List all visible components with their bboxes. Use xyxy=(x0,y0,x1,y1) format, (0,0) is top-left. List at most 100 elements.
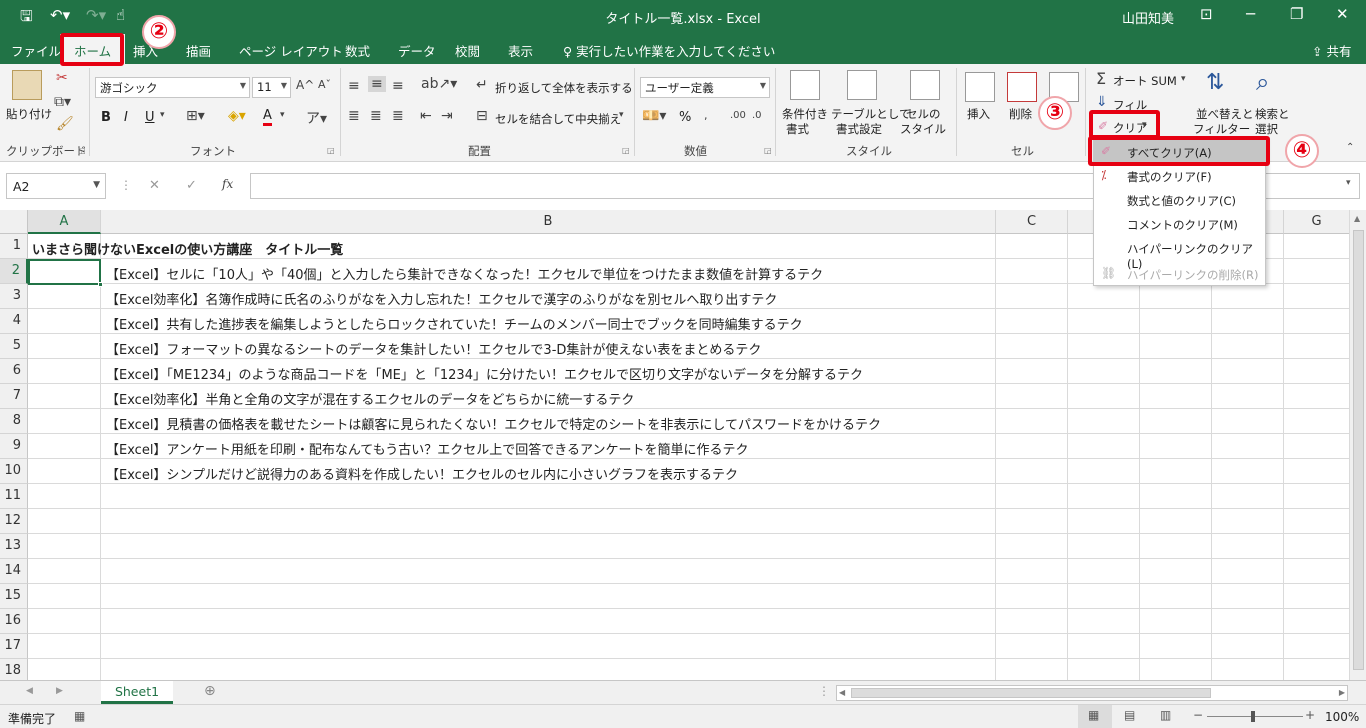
format-painter-icon[interactable]: 🖌 xyxy=(56,116,74,132)
format-as-table-icon[interactable] xyxy=(847,70,877,100)
cell-b10[interactable]: 【Excel】シンプルだけど説得力のある資料を作成したい！エクセルのセル内に小さ… xyxy=(106,460,738,484)
tab-data[interactable]: データ xyxy=(398,41,436,60)
autosum-button[interactable]: オート SUM xyxy=(1113,73,1177,89)
next-sheet-icon[interactable]: ▶ xyxy=(56,686,63,696)
align-left-icon[interactable]: ≣ xyxy=(348,108,360,124)
cell-b9[interactable]: 【Excel】アンケート用紙を印刷・配布なんてもう古い？エクセル上で回答できるア… xyxy=(106,435,748,459)
collapse-ribbon-icon[interactable]: ⌃ xyxy=(1346,142,1354,153)
row-header[interactable]: 11 xyxy=(0,484,28,509)
prev-sheet-icon[interactable]: ◀ xyxy=(26,686,33,696)
font-size-select[interactable]: 11 ▼ xyxy=(252,77,291,98)
vertical-scrollbar[interactable]: ▲ xyxy=(1349,210,1366,680)
copy-icon[interactable]: ⧉▾ xyxy=(54,94,71,110)
row-header[interactable]: 5 xyxy=(0,334,28,359)
zoom-slider[interactable] xyxy=(1207,716,1303,717)
cut-icon[interactable]: ✂ xyxy=(56,70,68,86)
tell-me-box[interactable]: ♀ 実行したい作業を入力してください xyxy=(563,41,775,60)
new-sheet-icon[interactable]: ⊕ xyxy=(204,683,216,699)
increase-indent-icon[interactable]: ⇥ xyxy=(441,108,453,124)
format-as-table-line1[interactable]: テーブルとして xyxy=(831,106,910,122)
find-select-line2[interactable]: 選択 xyxy=(1255,121,1278,137)
expand-formula-icon[interactable]: ▾ xyxy=(1346,178,1351,188)
zoom-level[interactable]: 100% xyxy=(1325,710,1359,724)
align-bottom-icon[interactable]: ≡ xyxy=(392,78,404,94)
menu-clear-comments[interactable]: コメントのクリア(M) xyxy=(1094,212,1265,236)
currency-icon[interactable]: 💴▾ xyxy=(642,108,666,124)
align-center-icon[interactable]: ≣ xyxy=(370,108,382,124)
scroll-up-icon[interactable]: ▲ xyxy=(1354,214,1360,223)
row-header[interactable]: 14 xyxy=(0,559,28,584)
active-cell-a2[interactable] xyxy=(28,259,103,287)
sort-filter-line2[interactable]: フィルター xyxy=(1193,121,1250,137)
cell-b2[interactable]: 【Excel】セルに「10人」や「40個」と入力したら集計できなくなった！エクセ… xyxy=(106,260,823,284)
insert-cells-button[interactable]: 挿入 xyxy=(967,106,990,122)
paste-button[interactable]: 貼り付け xyxy=(6,106,52,122)
merge-center-button[interactable]: セルを結合して中央揃え xyxy=(495,111,621,127)
row-header[interactable]: 15 xyxy=(0,584,28,609)
select-all-corner[interactable] xyxy=(0,210,28,234)
horizontal-scrollbar[interactable]: ◀ ▶ xyxy=(836,685,1348,701)
minimize-icon[interactable]: ─ xyxy=(1246,5,1255,23)
alignment-launcher-icon[interactable]: ◲ xyxy=(622,146,630,155)
row-header[interactable]: 17 xyxy=(0,634,28,659)
percent-button[interactable]: % xyxy=(679,110,691,125)
cell-b6[interactable]: 【Excel】「ME1234」のような商品コードを「ME」と「1234」に分けた… xyxy=(106,360,863,384)
shrink-font-icon[interactable]: Aˇ xyxy=(318,78,331,91)
cell-styles-line2[interactable]: スタイル xyxy=(900,121,946,137)
zoom-slider-thumb[interactable] xyxy=(1251,711,1255,722)
column-header-g[interactable]: G xyxy=(1284,210,1350,234)
tab-formulas[interactable]: 数式 xyxy=(345,41,370,60)
horizontal-scroll-thumb[interactable] xyxy=(851,688,1211,698)
page-break-icon[interactable]: ▥ xyxy=(1160,708,1171,722)
row-header[interactable]: 13 xyxy=(0,534,28,559)
chevron-down-icon[interactable]: ▾ xyxy=(1181,74,1186,84)
scroll-left-icon[interactable]: ◀ xyxy=(839,688,845,697)
underline-button[interactable]: U xyxy=(145,110,155,125)
decrease-decimal-icon[interactable]: .0 xyxy=(752,110,762,121)
fill-handle[interactable] xyxy=(98,282,103,287)
name-box[interactable]: A2 ▼ xyxy=(6,173,106,199)
align-middle-icon[interactable]: ≡ xyxy=(368,76,386,92)
column-header-a[interactable]: A xyxy=(28,210,101,234)
tab-review[interactable]: 校閲 xyxy=(455,41,480,60)
number-launcher-icon[interactable]: ◲ xyxy=(764,146,772,155)
font-launcher-icon[interactable]: ◲ xyxy=(327,146,335,155)
paste-icon[interactable] xyxy=(12,70,42,100)
row-header[interactable]: 4 xyxy=(0,309,28,334)
row-header[interactable]: 2 xyxy=(0,259,28,284)
delete-cells-icon[interactable] xyxy=(1007,72,1037,102)
insert-function-icon[interactable]: fx xyxy=(222,177,233,191)
normal-view-button[interactable]: ▦ xyxy=(1078,705,1112,728)
chevron-down-icon[interactable]: ▾ xyxy=(280,110,285,120)
chevron-down-icon[interactable]: ▾ xyxy=(619,110,624,120)
orientation-icon[interactable]: ab↗▾ xyxy=(421,76,457,92)
align-right-icon[interactable]: ≣ xyxy=(392,108,404,124)
format-as-table-line2[interactable]: 書式設定 xyxy=(836,121,882,137)
row-header[interactable]: 3 xyxy=(0,284,28,309)
grow-font-icon[interactable]: A^ xyxy=(296,78,314,92)
column-header-b[interactable]: B xyxy=(101,210,996,234)
number-format-select[interactable]: ユーザー定義 ▼ xyxy=(640,77,770,98)
conditional-format-line1[interactable]: 条件付き xyxy=(781,106,829,122)
ribbon-display-icon[interactable]: ⊡ xyxy=(1200,5,1213,23)
decrease-indent-icon[interactable]: ⇤ xyxy=(420,108,432,124)
close-icon[interactable]: ✕ xyxy=(1336,5,1349,23)
row-header[interactable]: 16 xyxy=(0,609,28,634)
fill-color-icon[interactable]: ◈▾ xyxy=(228,108,246,124)
find-select-line1[interactable]: 検索と xyxy=(1255,106,1290,122)
phonetic-guide-icon[interactable]: ア▾ xyxy=(306,108,327,128)
macro-record-icon[interactable]: ▦ xyxy=(74,709,85,723)
sheet-tab-sheet1[interactable]: Sheet1 xyxy=(101,681,173,704)
page-layout-icon[interactable]: ▤ xyxy=(1124,708,1135,722)
tab-file[interactable]: ファイル xyxy=(11,41,61,60)
cell-a1-title[interactable]: いまさら聞けないExcelの使い方講座 タイトル一覧 xyxy=(32,235,343,259)
bold-button[interactable]: B xyxy=(101,110,111,125)
tab-view[interactable]: 表示 xyxy=(508,41,533,60)
cell-b8[interactable]: 【Excel】見積書の価格表を載せたシートは顧客に見られたくない！エクセルで特定… xyxy=(106,410,881,434)
align-top-icon[interactable]: ≡ xyxy=(348,78,360,94)
row-header[interactable]: 6 xyxy=(0,359,28,384)
row-header[interactable]: 9 xyxy=(0,434,28,459)
cell-b3[interactable]: 【Excel効率化】名簿作成時に氏名のふりがなを入力し忘れた！エクセルで漢字のふ… xyxy=(106,285,777,309)
italic-button[interactable]: I xyxy=(124,110,128,125)
cell-styles-line1[interactable]: セルの xyxy=(906,106,941,122)
